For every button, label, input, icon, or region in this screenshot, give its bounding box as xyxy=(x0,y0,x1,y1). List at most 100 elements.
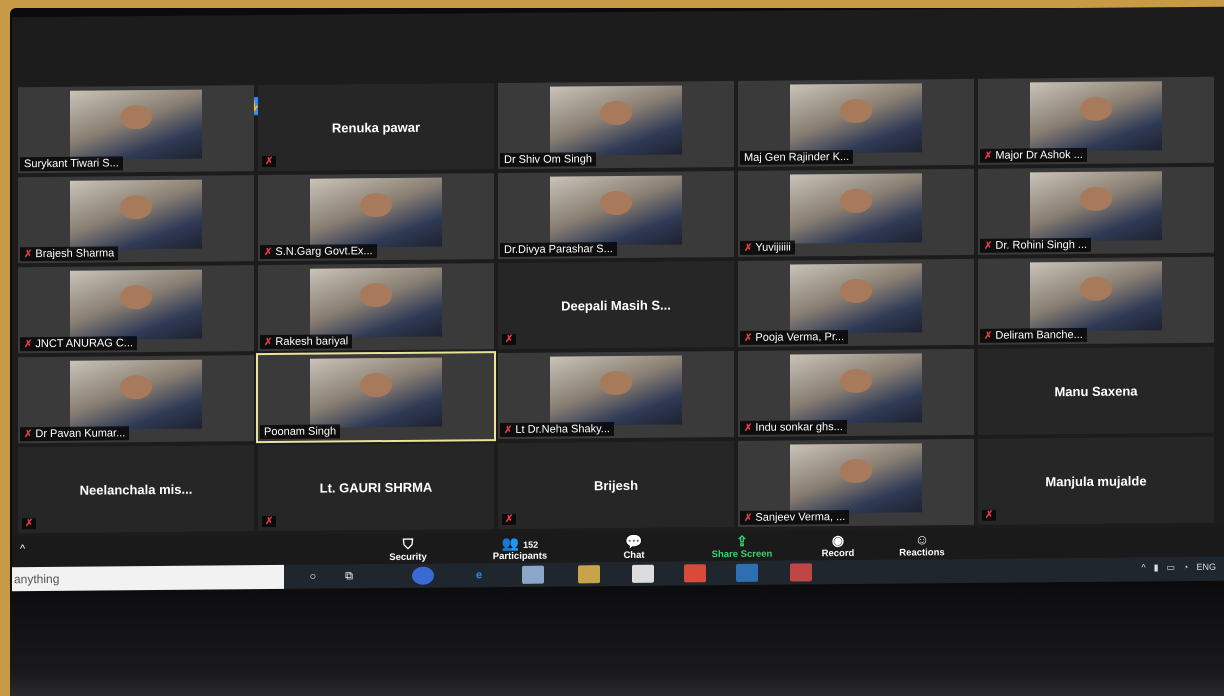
participant-video xyxy=(309,177,443,248)
participant-tile[interactable]: Dr.Divya Parashar S... xyxy=(498,170,734,260)
participant-video xyxy=(1029,171,1163,242)
participant-name-label: ✗ Lt Dr.Neha Shaky... xyxy=(500,422,614,438)
zoom-app-icon[interactable] xyxy=(736,563,758,582)
mail-icon[interactable] xyxy=(632,564,654,583)
reactions-button[interactable]: ☺ Reactions xyxy=(882,531,962,559)
monitor-bottom xyxy=(10,586,1224,696)
edge-icon[interactable]: e xyxy=(468,566,490,584)
participant-name-label: ✗ JNCT ANURAG C... xyxy=(20,336,137,352)
participant-video xyxy=(789,353,923,424)
participant-name: JNCT ANURAG C... xyxy=(35,337,133,351)
wifi-icon[interactable]: ◔ xyxy=(1183,562,1188,573)
participant-tile[interactable]: ✗ Yuvijiiiii xyxy=(738,168,974,257)
mic-muted-icon: ✗ xyxy=(744,242,753,254)
participant-name: Rakesh bariyal xyxy=(275,335,349,348)
mic-muted-icon: ✗ xyxy=(984,150,993,162)
chevron-up-icon[interactable]: ^ xyxy=(20,543,25,555)
network-icon[interactable]: ▮ xyxy=(1154,562,1159,573)
participant-tile[interactable]: ✗ Major Dr Ashok ... xyxy=(978,76,1214,165)
battery-icon[interactable]: ▭ xyxy=(1167,562,1176,573)
participant-tile[interactable]: Dr Shiv Om Singh xyxy=(498,80,734,170)
task-view-icon[interactable]: ⧉ xyxy=(338,567,360,585)
participant-video xyxy=(69,269,203,340)
participant-name-label: ✗ Rakesh bariyal xyxy=(260,334,353,350)
participant-name-label: Maj Gen Rajinder K... xyxy=(740,149,854,165)
participant-tile[interactable]: ✗ Dr. Rohini Singh ... xyxy=(978,166,1214,255)
mic-muted-icon: ✗ xyxy=(744,512,753,524)
participant-tile[interactable]: ✗ Sanjeev Verma, ... xyxy=(738,438,974,527)
participant-video xyxy=(789,83,923,154)
participant-tile[interactable]: Brijesh ✗ xyxy=(498,440,734,530)
mic-muted-icon: ✗ xyxy=(744,332,753,344)
participant-name-label: Dr Shiv Om Singh xyxy=(500,152,597,168)
participant-tile[interactable]: ✗ Brajesh Sharma xyxy=(18,175,254,264)
participant-name-label: ✗ Pooja Verma, Pr... xyxy=(740,329,849,345)
pinned-app-icon[interactable] xyxy=(790,563,812,582)
participant-name: Manjula mujalde xyxy=(1045,472,1147,489)
participant-tile[interactable]: Lt. GAURI SHRMA ✗ xyxy=(258,443,494,532)
participant-tile[interactable]: Manu Saxena xyxy=(978,346,1214,435)
participant-tile[interactable]: Deepali Masih S... ✗ xyxy=(498,260,734,350)
store-icon[interactable] xyxy=(578,565,600,584)
tray-chevron-icon[interactable]: ^ xyxy=(1141,562,1145,573)
participant-video xyxy=(789,263,923,334)
participant-tile[interactable]: Maj Gen Rajinder K... xyxy=(738,78,974,167)
participant-video xyxy=(69,179,203,250)
mic-muted-icon: ✗ xyxy=(24,338,33,350)
participant-name: Manu Saxena xyxy=(1054,382,1138,399)
share-screen-icon: ⇪ xyxy=(736,532,748,549)
participant-name-label: ✗ Major Dr Ashok ... xyxy=(980,147,1087,163)
chat-button[interactable]: 💬 Chat xyxy=(594,534,674,562)
participant-tile[interactable]: ✗ S.N.Garg Govt.Ex... xyxy=(258,173,494,262)
participant-name-label: Poonam Singh xyxy=(260,424,341,440)
participant-name: Pooja Verma, Pr... xyxy=(755,331,845,344)
participant-video xyxy=(1029,261,1163,332)
mic-muted-icon: ✗ xyxy=(984,240,993,252)
participant-name-label: Surykant Tiwari S... xyxy=(20,156,123,172)
participant-tile[interactable]: ✗ Rakesh bariyal xyxy=(258,263,494,352)
participant-name: Dr. Rohini Singh ... xyxy=(995,238,1088,252)
record-button[interactable]: ◉ Record xyxy=(798,532,878,560)
mic-muted-icon: ✗ xyxy=(502,513,517,526)
reactions-icon: ☺ xyxy=(914,531,930,548)
participant-video xyxy=(549,355,683,426)
participant-video xyxy=(1029,81,1163,152)
participant-tile[interactable]: ✗ JNCT ANURAG C... xyxy=(18,265,254,354)
share-screen-button[interactable]: ⇪ Share Screen xyxy=(702,533,782,561)
language-indicator[interactable]: ENG xyxy=(1196,562,1216,573)
participant-name-label: ✗ Dr. Rohini Singh ... xyxy=(980,237,1092,253)
chat-icon: 💬 xyxy=(625,533,643,550)
participant-video xyxy=(789,173,923,244)
participant-tile[interactable]: ✗ Indu sonkar ghs... xyxy=(738,348,974,437)
participant-tile[interactable]: ✗ Pooja Verma, Pr... xyxy=(738,258,974,347)
participant-tile[interactable]: Manjula mujalde ✗ xyxy=(978,436,1214,525)
app-icon[interactable] xyxy=(684,564,706,583)
participant-video xyxy=(549,175,683,246)
participants-button[interactable]: 👥 152 Participants xyxy=(480,535,560,563)
participant-name: Deliram Banche... xyxy=(995,328,1083,342)
mic-muted-icon: ✗ xyxy=(22,518,37,530)
participant-name: S.N.Garg Govt.Ex... xyxy=(275,245,373,258)
participant-tile[interactable]: ✗ Lt Dr.Neha Shaky... xyxy=(498,350,734,440)
participant-name: Dr Shiv Om Singh xyxy=(504,153,593,166)
participant-name: Brajesh Sharma xyxy=(35,247,115,261)
participant-name: Dr.Divya Parashar S... xyxy=(504,243,613,256)
participant-tile[interactable]: Surykant Tiwari S... xyxy=(18,85,254,174)
participant-name-label: ✗ Indu sonkar ghs... xyxy=(740,420,847,435)
participant-name: Brijesh xyxy=(593,477,639,493)
participant-tile[interactable]: ✗ Deliram Banche... xyxy=(978,256,1214,345)
participant-name: Lt Dr.Neha Shaky... xyxy=(515,423,610,436)
participant-name: Surykant Tiwari S... xyxy=(24,157,119,171)
participant-tile[interactable]: Neelanchala mis... ✗ xyxy=(18,445,254,534)
chrome-icon[interactable] xyxy=(412,566,434,585)
security-button[interactable]: ⛉ Security xyxy=(368,535,448,563)
taskbar-search-input[interactable]: anything xyxy=(12,564,284,592)
participant-name: Sanjeev Verma, ... xyxy=(755,511,846,524)
participant-tile[interactable]: Poonam Singh xyxy=(256,351,496,444)
participant-tile[interactable]: Renuka pawar ✗ xyxy=(258,83,494,172)
explorer-icon[interactable] xyxy=(522,565,544,584)
cortana-icon[interactable]: ○ xyxy=(302,568,324,586)
participant-tile[interactable]: ✗ Dr Pavan Kumar... xyxy=(18,355,254,444)
participant-video xyxy=(309,267,443,338)
mic-muted-icon: ✗ xyxy=(262,155,277,168)
